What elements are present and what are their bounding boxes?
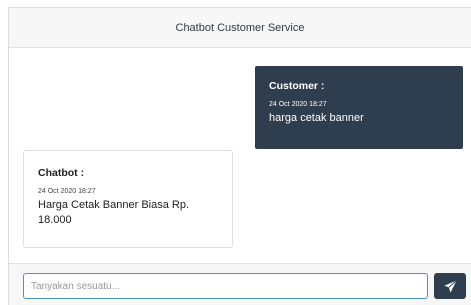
chat-title: Chatbot Customer Service: [175, 21, 305, 34]
message-timestamp: 24 Oct 2020 18:27: [38, 188, 96, 195]
send-button[interactable]: [434, 273, 466, 299]
message-text: Harga Cetak Banner Biasa Rp. 18.000: [38, 199, 190, 226]
chat-window: Chatbot Customer Service Customer : 24 O…: [8, 7, 471, 305]
chat-messages: Customer : 24 Oct 2020 18:27 harga cetak…: [9, 48, 471, 263]
message-sender: Customer :: [269, 80, 325, 92]
message-text: harga cetak banner: [269, 112, 364, 124]
chat-header: Chatbot Customer Service: [9, 8, 471, 48]
message-timestamp: 24 Oct 2020 18:27: [269, 101, 327, 108]
message-input[interactable]: [23, 273, 428, 299]
chat-footer: [9, 263, 471, 305]
message-sender: Chatbot :: [38, 167, 85, 179]
customer-message: Customer : 24 Oct 2020 18:27 harga cetak…: [255, 66, 463, 149]
chatbot-message: Chatbot : 24 Oct 2020 18:27 Harga Cetak …: [23, 150, 233, 248]
paper-plane-icon: [443, 279, 457, 293]
